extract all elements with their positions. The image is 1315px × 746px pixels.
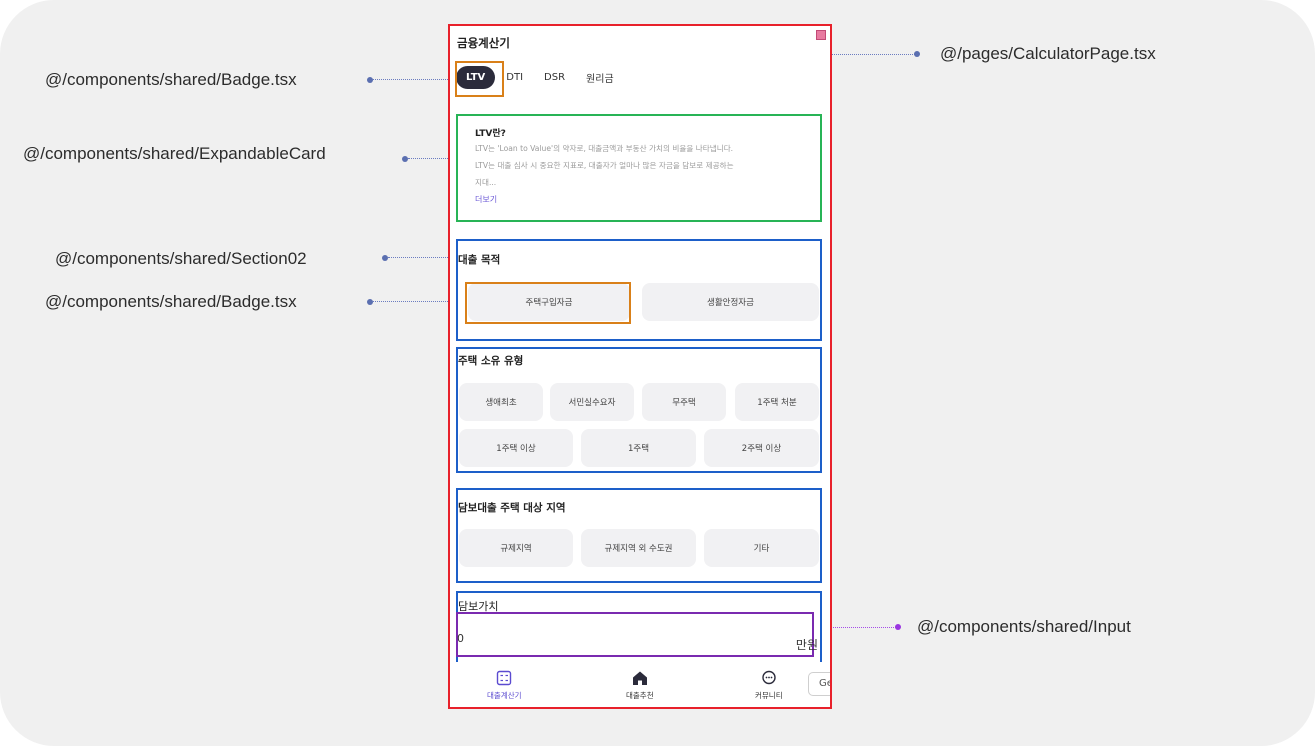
card-title: LTV란? xyxy=(475,129,506,139)
nav-item-loan-calculator[interactable]: 대출계산기 xyxy=(487,670,522,701)
tab-dsr[interactable]: DSR xyxy=(544,72,565,83)
section-title: 주택 소유 유형 xyxy=(458,355,524,367)
annotation-dot xyxy=(402,156,408,162)
ownership-option[interactable]: 2주택 이상 xyxy=(704,429,819,467)
ownership-option[interactable]: 생애최초 xyxy=(459,383,543,421)
annotation-leader-line xyxy=(832,54,915,55)
ownership-option[interactable]: 1주택 이상 xyxy=(459,429,573,467)
calculator-page: 금융계산기 LTV DTI DSR 원리금 LTV란? LTV는 'Loan t… xyxy=(448,24,832,709)
annotation-page: @/pages/CalculatorPage.tsx xyxy=(940,44,1156,63)
annotation-leader-line xyxy=(388,257,456,258)
input-unit-label: 만원 xyxy=(795,638,818,652)
annotation-dot xyxy=(367,299,373,305)
nav-item-loan-recommend[interactable]: 대출추천 xyxy=(626,670,654,701)
annotation-leader-line xyxy=(373,79,456,80)
card-text-line: LTV는 대출 심사 시 중요한 지표로, 대출자가 얼마나 많은 자금을 담보… xyxy=(475,161,734,170)
badge-outline xyxy=(455,61,504,97)
annotation-dot xyxy=(367,77,373,83)
region-option-regulated[interactable]: 규제지역 xyxy=(459,529,573,567)
section-title: 담보대출 주택 대상 지역 xyxy=(458,502,566,514)
ownership-option[interactable]: 1주택 처분 xyxy=(735,383,819,421)
tab-principal-interest[interactable]: 원리금 xyxy=(586,70,614,85)
tab-dti[interactable]: DTI xyxy=(506,72,523,83)
bottom-navigation: 대출계산기 대출추천 커뮤니티 xyxy=(450,662,830,707)
ownership-option[interactable]: 1주택 xyxy=(581,429,696,467)
card-text-line: 지대... xyxy=(475,178,497,187)
annotation-expandable-card: @/components/shared/ExpandableCard xyxy=(23,144,326,163)
region-option-capital-area[interactable]: 규제지역 외 수도권 xyxy=(581,529,696,567)
section-title: 대출 목적 xyxy=(458,254,501,266)
annotation-badge-purpose: @/components/shared/Badge.tsx xyxy=(45,292,297,311)
ltv-info-card: LTV란? LTV는 'Loan to Value'의 약자로, 대출금액과 부… xyxy=(456,114,822,222)
card-text-line: LTV는 'Loan to Value'의 약자로, 대출금액과 부동산 가치의… xyxy=(475,144,734,153)
region-option-other[interactable]: 기타 xyxy=(704,529,819,567)
page-title: 금융계산기 xyxy=(457,36,510,50)
collateral-input-value[interactable]: 0 xyxy=(457,632,464,645)
corner-marker xyxy=(816,30,826,40)
annotation-dot xyxy=(895,624,901,630)
annotation-input: @/components/shared/Input xyxy=(917,617,1131,636)
annotation-badge-tabs: @/components/shared/Badge.tsx xyxy=(45,70,297,89)
purpose-option-living-stability[interactable]: 생활안정자금 xyxy=(642,283,819,321)
annotation-dot xyxy=(382,255,388,261)
nav-item-community[interactable]: 커뮤니티 xyxy=(755,670,783,701)
ownership-option[interactable]: 서민실수요자 xyxy=(550,383,634,421)
calculator-icon xyxy=(497,670,512,686)
floating-ge-button[interactable]: Ge xyxy=(808,672,830,696)
read-more-link[interactable]: 더보기 xyxy=(475,194,497,205)
chat-bubble-icon xyxy=(762,670,776,685)
nav-label: 대출계산기 xyxy=(487,691,522,700)
nav-label: 커뮤니티 xyxy=(755,691,783,700)
badge-outline xyxy=(465,282,631,324)
annotation-section: @/components/shared/Section02 xyxy=(55,249,307,268)
nav-label: 대출추천 xyxy=(626,691,654,700)
collateral-value-input[interactable] xyxy=(456,612,814,657)
ownership-option[interactable]: 무주택 xyxy=(642,383,726,421)
annotation-dot xyxy=(914,51,920,57)
home-icon xyxy=(632,671,647,685)
